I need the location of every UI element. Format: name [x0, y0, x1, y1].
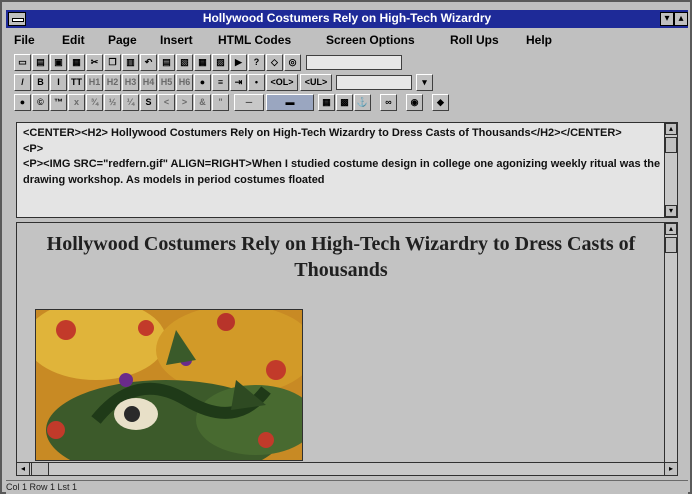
preview-pane[interactable]: Hollywood Costumers Rely on High-Tech Wi… [16, 222, 678, 464]
toolbar-input-1[interactable] [306, 55, 402, 70]
italic-toggle-icon[interactable]: / [14, 74, 31, 91]
preview-horizontal-scrollbar[interactable]: ◂ ▸ [16, 462, 678, 476]
menu-file[interactable]: File [14, 33, 35, 47]
anchor-icon[interactable]: ⚓ [354, 94, 371, 111]
system-menu-icon[interactable] [8, 12, 26, 26]
symbol-icon-4[interactable]: ¼ [122, 94, 139, 111]
teletype-button[interactable]: TT [68, 74, 85, 91]
greater-than-icon[interactable]: > [176, 94, 193, 111]
h5-button[interactable]: H5 [158, 74, 175, 91]
table-icon[interactable]: ▦ [194, 54, 211, 71]
dropdown-icon[interactable]: ▾ [416, 74, 433, 91]
less-than-icon[interactable]: < [158, 94, 175, 111]
menu-edit[interactable]: Edit [62, 33, 85, 47]
undo-icon[interactable]: ↶ [140, 54, 157, 71]
list-bullet-icon[interactable]: ● [194, 74, 211, 91]
copy-icon[interactable]: ❐ [104, 54, 121, 71]
toolbar-row-2: / B I TT H1 H2 H3 H4 H5 H6 ● ≡ ⇥ • <OL> … [14, 74, 474, 92]
status-bar: Col 1 Row 1 Lst 1 [6, 480, 688, 494]
html-source-pane[interactable]: <CENTER><H2> Hollywood Costumers Rely on… [16, 122, 678, 218]
title-bar[interactable]: Hollywood Costumers Rely on High-Tech Wi… [6, 10, 688, 28]
indent-icon[interactable]: ⇥ [230, 74, 247, 91]
menu-page[interactable]: Page [108, 33, 137, 47]
scroll-down-icon[interactable]: ▾ [665, 205, 677, 217]
html-source-text[interactable]: <CENTER><H2> Hollywood Costumers Rely on… [23, 126, 663, 188]
scroll-right-icon[interactable]: ▸ [664, 463, 677, 475]
source-vertical-scrollbar[interactable]: ▴ ▾ [664, 123, 677, 217]
globe-icon[interactable]: ◉ [406, 94, 423, 111]
cut-icon[interactable]: ✂ [86, 54, 103, 71]
h6-button[interactable]: H6 [176, 74, 193, 91]
toolbar-input-2[interactable] [336, 75, 412, 90]
form-icon[interactable]: ▨ [212, 54, 229, 71]
symbol-icon-1[interactable]: x [68, 94, 85, 111]
status-text: Col 1 Row 1 Lst 1 [6, 482, 78, 492]
ampersand-icon[interactable]: & [194, 94, 211, 111]
menu-bar: File Edit Page Insert HTML Codes Screen … [6, 30, 688, 48]
horizontal-scroll-thumb[interactable] [31, 463, 49, 475]
symbol-icon-3[interactable]: ½ [104, 94, 121, 111]
color-icon[interactable]: ◆ [432, 94, 449, 111]
dollar-button[interactable]: S [140, 94, 157, 111]
print-icon[interactable]: ▦ [68, 54, 85, 71]
h4-button[interactable]: H4 [140, 74, 157, 91]
app-window: Hollywood Costumers Rely on High-Tech Wi… [0, 0, 692, 494]
menu-roll-ups[interactable]: Roll Ups [450, 33, 499, 47]
menu-html-codes[interactable]: HTML Codes [218, 33, 291, 47]
h2-button[interactable]: H2 [104, 74, 121, 91]
grid-icon[interactable]: ▦ [318, 94, 335, 111]
minimize-button[interactable]: ▾ [660, 12, 674, 26]
browser-icon[interactable]: ◎ [284, 54, 301, 71]
h3-button[interactable]: H3 [122, 74, 139, 91]
copyright-icon[interactable]: © [32, 94, 49, 111]
new-file-icon[interactable]: ▭ [14, 54, 31, 71]
picture-icon[interactable]: ▩ [336, 94, 353, 111]
paste-icon[interactable]: ▥ [122, 54, 139, 71]
scroll-up-icon[interactable]: ▴ [665, 123, 677, 135]
toolbar-row-3: ● © ™ x ¾ ½ ¼ S < > & " ─ ▬ ▦ ▩ ⚓ ∞ ◉ ◆ [14, 94, 474, 112]
window-title: Hollywood Costumers Rely on High-Tech Wi… [202, 11, 492, 25]
image-icon[interactable]: ▧ [176, 54, 193, 71]
maximize-button[interactable]: ▴ [674, 12, 688, 26]
pointer-icon[interactable]: ▶ [230, 54, 247, 71]
costume-image [35, 309, 303, 461]
help-icon[interactable]: ? [248, 54, 265, 71]
unordered-list-button[interactable]: <UL> [300, 74, 332, 91]
menu-insert[interactable]: Insert [160, 33, 193, 47]
preview-icon[interactable]: ◇ [266, 54, 283, 71]
quote-icon[interactable]: " [212, 94, 229, 111]
bullet-dot-icon[interactable]: ● [14, 94, 31, 111]
banner-icon[interactable]: ▬ [266, 94, 314, 111]
trademark-button[interactable]: ™ [50, 94, 67, 111]
horizontal-rule-icon[interactable]: ─ [234, 94, 264, 111]
list-icon[interactable]: ≡ [212, 74, 229, 91]
save-file-icon[interactable]: ▣ [50, 54, 67, 71]
open-file-icon[interactable]: ▤ [32, 54, 49, 71]
preview-scroll-up-icon[interactable]: ▴ [665, 223, 677, 235]
italic-button[interactable]: I [50, 74, 67, 91]
menu-screen-options[interactable]: Screen Options [326, 33, 415, 47]
symbol-icon-2[interactable]: ¾ [86, 94, 103, 111]
preview-scroll-thumb[interactable] [665, 237, 677, 253]
menu-help[interactable]: Help [526, 33, 552, 47]
ordered-list-button[interactable]: <OL> [266, 74, 298, 91]
highlight-icon[interactable]: ▤ [158, 54, 175, 71]
preview-heading: Hollywood Costumers Rely on High-Tech Wi… [46, 233, 636, 281]
preview-vertical-scrollbar[interactable]: ▴ [664, 223, 677, 463]
bold-button[interactable]: B [32, 74, 49, 91]
scroll-left-icon[interactable]: ◂ [17, 463, 30, 475]
h1-button[interactable]: H1 [86, 74, 103, 91]
source-scroll-thumb[interactable] [665, 137, 677, 153]
link-icon[interactable]: ∞ [380, 94, 397, 111]
toolbar-row-1: ▭ ▤ ▣ ▦ ✂ ❐ ▥ ↶ ▤ ▧ ▦ ▨ ▶ ? ◇ ◎ [14, 54, 414, 72]
bullet-icon[interactable]: • [248, 74, 265, 91]
